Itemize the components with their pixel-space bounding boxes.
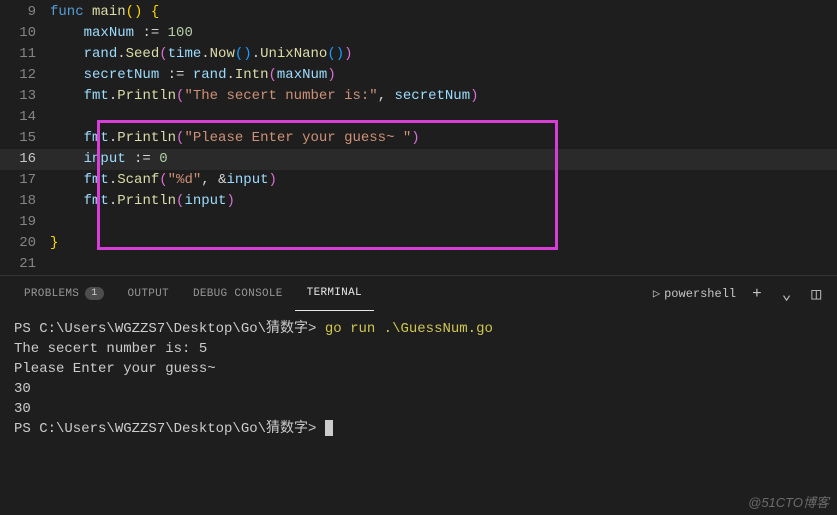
identifier: rand	[84, 46, 118, 62]
line-number: 9	[0, 2, 50, 23]
line-number: 13	[0, 86, 50, 107]
code-line[interactable]: 19	[0, 212, 837, 233]
identifier: fmt	[84, 88, 109, 104]
line-number: 12	[0, 65, 50, 86]
identifier: fmt	[84, 130, 109, 146]
keyword: func	[50, 4, 84, 20]
identifier: time	[168, 46, 202, 62]
panel-tabs: PROBLEMS1 OUTPUT DEBUG CONSOLE TERMINAL …	[0, 276, 837, 311]
string-literal: "Please Enter your guess~ "	[184, 130, 411, 146]
terminal-cursor	[325, 420, 333, 436]
method: Seed	[126, 46, 160, 62]
identifier: secretNum	[395, 88, 471, 104]
method: Now	[210, 46, 235, 62]
line-number: 14	[0, 107, 50, 128]
bottom-panel: PROBLEMS1 OUTPUT DEBUG CONSOLE TERMINAL …	[0, 275, 837, 447]
tab-problems[interactable]: PROBLEMS 1	[12, 276, 116, 311]
code-line[interactable]: 21	[0, 254, 837, 275]
method: UnixNano	[260, 46, 327, 62]
function-name: main	[92, 4, 126, 20]
line-number: 18	[0, 191, 50, 212]
code-line[interactable]: 11 rand.Seed(time.Now().UnixNano())	[0, 44, 837, 65]
identifier: fmt	[84, 172, 109, 188]
operator: :=	[168, 67, 185, 83]
number-literal: 100	[168, 25, 193, 41]
identifier: input	[84, 151, 126, 167]
code-line[interactable]: 16 input := 0	[0, 149, 837, 170]
method: Println	[117, 193, 176, 209]
terminal-command: go run .\GuessNum.go	[325, 321, 493, 337]
new-terminal-button[interactable]: +	[748, 283, 766, 305]
terminal-shell-selector[interactable]: ▷ powershell	[653, 286, 736, 301]
terminal-prompt: PS C:\Users\WGZZS7\Desktop\Go\猜数字>	[14, 321, 316, 337]
identifier: maxNum	[84, 25, 134, 41]
tab-debug-console[interactable]: DEBUG CONSOLE	[181, 276, 295, 311]
line-number: 21	[0, 254, 50, 275]
method: Println	[117, 130, 176, 146]
code-line[interactable]: 9 func main() {	[0, 2, 837, 23]
line-number: 19	[0, 212, 50, 233]
watermark: @51CTO博客	[748, 492, 829, 511]
code-line[interactable]: 15 fmt.Println("Please Enter your guess~…	[0, 128, 837, 149]
code-line[interactable]: 20 }	[0, 233, 837, 254]
terminal-dropdown-icon[interactable]: ⌄	[778, 282, 796, 306]
operator: :=	[142, 25, 159, 41]
terminal-output: The secert number is: 5	[14, 341, 207, 357]
identifier: input	[184, 193, 226, 209]
terminal-output: 30	[14, 381, 31, 397]
shell-name: powershell	[664, 287, 736, 301]
identifier: fmt	[84, 193, 109, 209]
code-line[interactable]: 14	[0, 107, 837, 128]
method: Scanf	[117, 172, 159, 188]
string-literal: "The secert number is:"	[184, 88, 377, 104]
split-terminal-button[interactable]: ◫	[807, 282, 825, 306]
identifier: input	[226, 172, 268, 188]
method: Intn	[235, 67, 269, 83]
number-literal: 0	[159, 151, 167, 167]
line-number: 15	[0, 128, 50, 149]
string-literal: "%d"	[168, 172, 202, 188]
code-line[interactable]: 12 secretNum := rand.Intn(maxNum)	[0, 65, 837, 86]
line-number: 17	[0, 170, 50, 191]
identifier: rand	[193, 67, 227, 83]
identifier: secretNum	[84, 67, 160, 83]
operator: :=	[134, 151, 151, 167]
line-number: 11	[0, 44, 50, 65]
terminal-output: 30	[14, 401, 31, 417]
tab-terminal[interactable]: TERMINAL	[295, 276, 374, 311]
problems-badge: 1	[85, 287, 103, 300]
method: Println	[117, 88, 176, 104]
code-line[interactable]: 10 maxNum := 100	[0, 23, 837, 44]
terminal[interactable]: PS C:\Users\WGZZS7\Desktop\Go\猜数字> go ru…	[0, 311, 837, 447]
line-number: 10	[0, 23, 50, 44]
code-editor[interactable]: 9 func main() { 10 maxNum := 100 11 rand…	[0, 0, 837, 275]
code-line[interactable]: 18 fmt.Println(input)	[0, 191, 837, 212]
tab-output[interactable]: OUTPUT	[116, 276, 181, 311]
launch-profile-icon: ▷	[653, 286, 660, 301]
code-line[interactable]: 17 fmt.Scanf("%d", &input)	[0, 170, 837, 191]
terminal-output: Please Enter your guess~	[14, 361, 216, 377]
tab-label: PROBLEMS	[24, 288, 79, 300]
terminal-prompt: PS C:\Users\WGZZS7\Desktop\Go\猜数字>	[14, 421, 316, 437]
code-line[interactable]: 13 fmt.Println("The secert number is:", …	[0, 86, 837, 107]
line-number: 20	[0, 233, 50, 254]
identifier: maxNum	[277, 67, 327, 83]
line-number: 16	[0, 149, 50, 170]
